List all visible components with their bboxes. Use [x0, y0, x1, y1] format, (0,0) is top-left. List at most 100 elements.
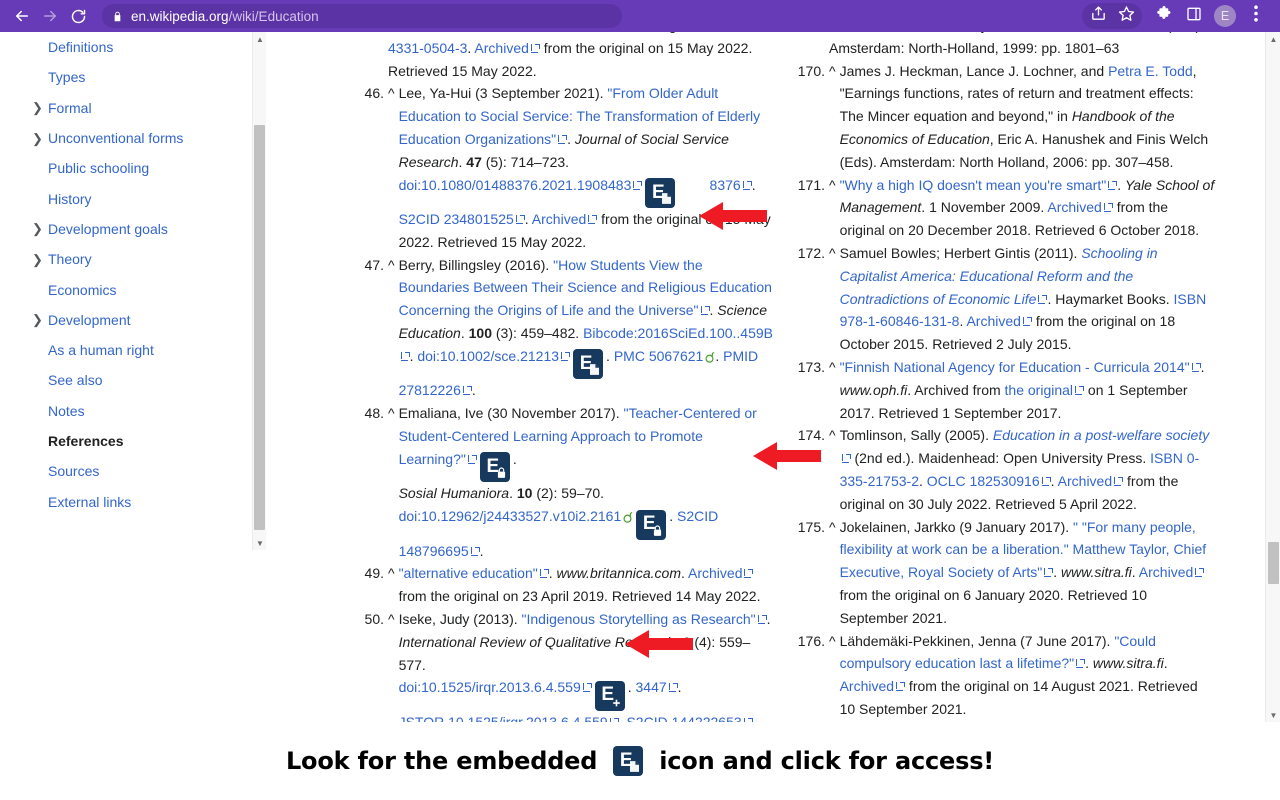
e-access-badge[interactable]: E — [480, 452, 510, 482]
avatar[interactable]: E — [1214, 5, 1236, 27]
bookmark-button[interactable] — [1112, 2, 1140, 30]
caption-text-after: icon and click for access! — [659, 747, 994, 775]
scroll-up-arrow-icon[interactable]: ▲ — [253, 32, 267, 46]
s2cid-link[interactable]: S2CID 144222653 — [626, 714, 752, 722]
archived-link[interactable]: Archived — [1058, 473, 1123, 489]
sidebar-item-see-also[interactable]: See also — [0, 365, 252, 395]
toc-scrollbar[interactable]: ▲ ▼ — [252, 32, 266, 550]
page-scrollbar[interactable]: ▲ ▼ — [1265, 32, 1280, 722]
doi-link[interactable]: doi:10.1080/01488376.2021.1908483 — [399, 177, 643, 193]
sidebar-item-history[interactable]: History — [0, 183, 252, 213]
sidebar-item-external-links[interactable]: External links — [0, 486, 252, 516]
scroll-up-arrow-icon[interactable]: ▲ — [1266, 32, 1280, 46]
issn-link[interactable]: 8376 — [710, 177, 752, 193]
s2cid-link[interactable]: S2CID 234801525 — [399, 211, 525, 227]
sidebar-item-label: As a human right — [48, 342, 154, 358]
reference-item: 174. ^ Tomlinson, Sally (2005). Educatio… — [795, 424, 1215, 515]
reload-button[interactable] — [64, 2, 92, 30]
document-glyph-icon — [630, 761, 639, 772]
pmc-link[interactable]: PMC 5067621 — [614, 348, 704, 364]
scroll-down-arrow-icon[interactable]: ▼ — [253, 536, 267, 550]
reference-backlink-caret[interactable]: ^ — [829, 424, 836, 515]
reference-backlink-caret[interactable]: ^ — [388, 562, 395, 608]
open-access-icon — [622, 511, 633, 523]
chevron-right-icon[interactable]: ❯ — [32, 253, 43, 266]
sidebar-item-notes[interactable]: Notes — [0, 396, 252, 426]
sidebar-item-unconventional-forms[interactable]: ❯ Unconventional forms — [0, 123, 252, 153]
reference-title-link[interactable]: "Why a high IQ doesn't mean you're smart… — [840, 177, 1118, 193]
reference-number: 49. — [354, 562, 384, 608]
sidebar-item-label: History — [48, 191, 92, 207]
extensions-button[interactable] — [1150, 2, 1178, 30]
reference-backlink-caret[interactable]: ^ — [829, 356, 836, 424]
doi-link[interactable]: doi:10.1002/sce.21213 — [417, 348, 570, 364]
share-button[interactable] — [1084, 2, 1112, 30]
reference-text: . — [628, 679, 636, 695]
sidebar-item-definitions[interactable]: Definitions — [0, 32, 252, 62]
reference-backlink-caret[interactable]: ^ — [388, 608, 395, 722]
side-panel-button[interactable] — [1180, 2, 1208, 30]
sidebar-item-types[interactable]: Types — [0, 62, 252, 92]
reference-backlink-caret[interactable]: ^ — [829, 60, 836, 174]
archived-link[interactable]: Archived — [532, 211, 597, 227]
reference-text: . — [767, 611, 771, 627]
issn-link[interactable]: 3447 — [636, 679, 678, 695]
lock-glyph-icon — [497, 467, 506, 478]
scroll-down-arrow-icon[interactable]: ▼ — [1266, 708, 1280, 722]
sidebar-item-label: Development goals — [48, 221, 168, 237]
archived-link[interactable]: Archived — [966, 313, 1031, 329]
reference-item-partial: Adolescent Education: A Reader. Peter La… — [354, 32, 774, 82]
e-access-badge[interactable]: E — [595, 681, 625, 711]
sidebar-item-public-schooling[interactable]: Public schooling — [0, 153, 252, 183]
chevron-right-icon[interactable]: ❯ — [32, 313, 43, 326]
e-access-badge[interactable]: E — [573, 349, 603, 379]
sidebar-item-references[interactable]: References — [0, 426, 252, 456]
browser-menu-button[interactable] — [1242, 2, 1270, 30]
masked-link-tail[interactable]: 8376 — [678, 177, 709, 193]
reference-author: Jokelainen, Jarkko (9 January 2017). — [840, 519, 1073, 535]
reference-backlink-caret[interactable]: ^ — [829, 516, 836, 630]
archived-link[interactable]: Archived — [688, 565, 753, 581]
browser-toolbar: en.wikipedia.org/wiki/Education — [0, 0, 1280, 32]
doi-link[interactable]: doi:10.1525/irqr.2013.6.4.559 — [399, 679, 592, 695]
sidebar-item-label: Sources — [48, 463, 99, 479]
chevron-right-icon[interactable]: ❯ — [32, 222, 43, 235]
original-link[interactable]: the original — [1005, 382, 1085, 398]
reference-backlink-caret[interactable]: ^ — [829, 242, 836, 356]
reference-title-link[interactable]: "Indigenous Storytelling as Research" — [522, 611, 767, 627]
sidebar-item-development-goals[interactable]: ❯ Development goals — [0, 214, 252, 244]
archived-link[interactable]: Archived — [1139, 564, 1204, 580]
reference-backlink-caret[interactable]: ^ — [829, 630, 836, 721]
reference-title-link[interactable]: "alternative education" — [399, 565, 549, 581]
reference-backlink-caret[interactable]: ^ — [829, 174, 836, 242]
reference-backlink-caret[interactable]: ^ — [388, 82, 395, 253]
back-button[interactable] — [8, 2, 36, 30]
jstor-link[interactable]: JSTOR 10.1525/irqr.2013.6.4.559 — [399, 714, 619, 722]
sidebar-item-theory[interactable]: ❯ Theory — [0, 244, 252, 274]
reference-title-link[interactable]: Adolescent Education: A Reader — [388, 32, 600, 33]
forward-button[interactable] — [36, 2, 64, 30]
oclc-link[interactable]: OCLC 182530916 — [927, 473, 1051, 489]
archived-link[interactable]: Archived — [1047, 199, 1112, 215]
reference-title-link[interactable]: "Finnish National Agency for Education -… — [840, 359, 1201, 375]
sidebar-item-as-a-human-right[interactable]: As a human right — [0, 335, 252, 365]
toc-scrollbar-thumb[interactable] — [254, 125, 265, 530]
author-link[interactable]: Petra E. Todd — [1108, 63, 1193, 79]
chevron-right-icon[interactable]: ❯ — [32, 101, 43, 114]
archived-link[interactable]: Archived — [474, 40, 539, 56]
address-bar[interactable]: en.wikipedia.org/wiki/Education — [102, 4, 622, 28]
sidebar-item-sources[interactable]: Sources — [0, 456, 252, 486]
page-scrollbar-thumb[interactable] — [1268, 542, 1279, 584]
reference-backlink-caret[interactable]: ^ — [388, 254, 395, 402]
e-access-badge[interactable]: E — [636, 510, 666, 540]
three-dot-menu-icon — [1254, 5, 1258, 27]
archived-link[interactable]: Archived — [840, 678, 905, 694]
chevron-right-icon[interactable]: ❯ — [32, 132, 43, 145]
reference-site: www.sitra.fi — [1061, 564, 1132, 580]
doi-link[interactable]: doi:10.12962/j24433527.v10i2.2161 — [399, 508, 622, 524]
sidebar-item-development[interactable]: ❯ Development — [0, 305, 252, 335]
reference-number — [795, 32, 825, 60]
reference-backlink-caret[interactable]: ^ — [388, 402, 395, 562]
sidebar-item-formal[interactable]: ❯ Formal — [0, 93, 252, 123]
sidebar-item-economics[interactable]: Economics — [0, 274, 252, 304]
